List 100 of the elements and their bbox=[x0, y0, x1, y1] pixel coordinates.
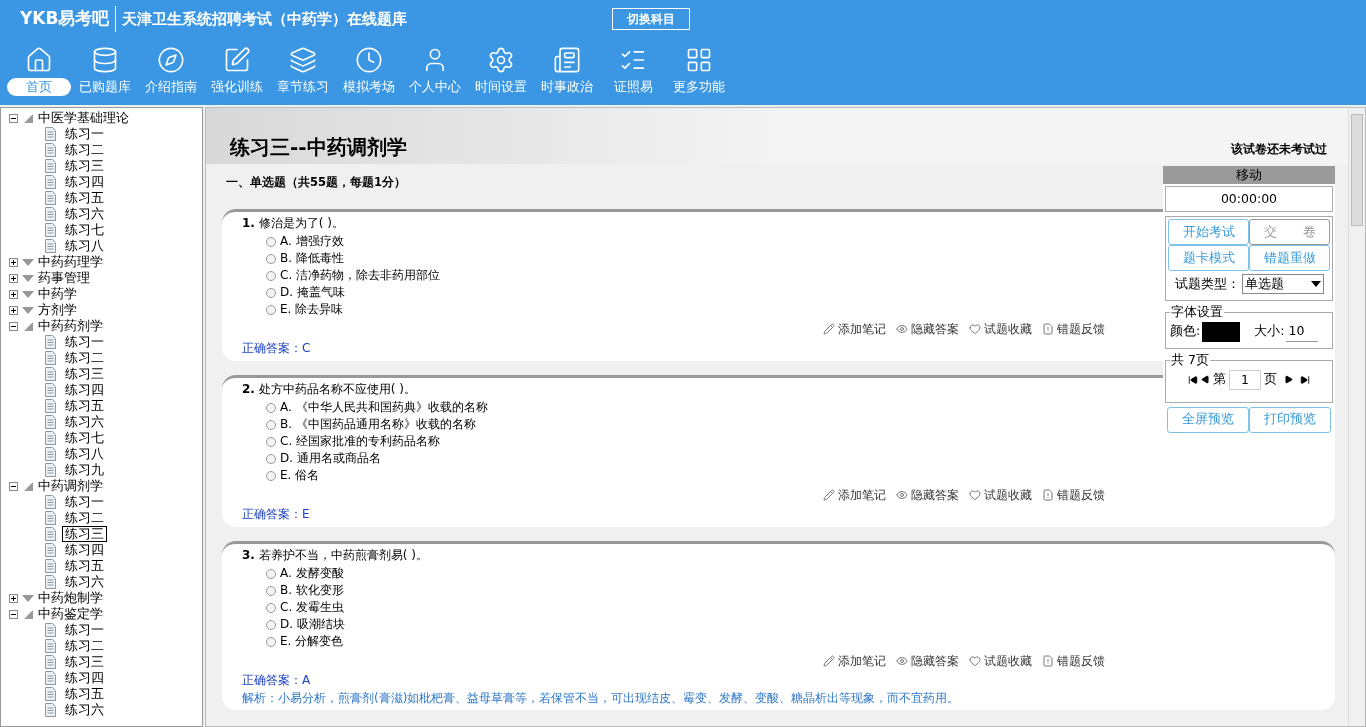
last-page-icon[interactable] bbox=[1300, 374, 1310, 385]
settings-icon[interactable] bbox=[487, 46, 515, 74]
document-icon bbox=[45, 367, 56, 381]
tree-item[interactable]: 练习二 bbox=[62, 510, 107, 526]
action-link[interactable]: 添加笔记 bbox=[823, 652, 886, 671]
document-icon bbox=[45, 383, 56, 397]
tree-item[interactable]: 练习四 bbox=[62, 670, 107, 686]
tree-item[interactable]: 练习一 bbox=[62, 126, 107, 142]
correct-answer: 正确答案：C bbox=[242, 340, 311, 358]
size-field[interactable]: 10 bbox=[1286, 321, 1319, 342]
triangle-icon bbox=[22, 273, 34, 283]
compass-icon[interactable] bbox=[157, 46, 185, 74]
tree-item[interactable]: 练习九 bbox=[62, 462, 107, 478]
radio-button[interactable] bbox=[266, 619, 276, 630]
tree-item[interactable]: 练习五 bbox=[62, 558, 107, 574]
page-field[interactable]: 1 bbox=[1229, 369, 1261, 390]
first-page-icon[interactable] bbox=[1188, 374, 1198, 385]
option-text: C. 发霉生虫 bbox=[280, 599, 344, 617]
tree-item[interactable]: 练习五 bbox=[62, 190, 107, 206]
collapse-toggle[interactable] bbox=[9, 321, 18, 331]
collapse-toggle[interactable] bbox=[9, 113, 18, 123]
expand-toggle[interactable] bbox=[9, 305, 18, 315]
radio-button[interactable] bbox=[266, 236, 276, 247]
collapse-toggle[interactable] bbox=[9, 481, 18, 491]
tree-item[interactable]: 练习一 bbox=[62, 334, 107, 350]
heart-icon bbox=[969, 489, 981, 502]
radio-button[interactable] bbox=[266, 253, 276, 264]
action-link[interactable]: 隐藏答案 bbox=[896, 320, 959, 339]
clock-icon[interactable] bbox=[355, 46, 383, 74]
panel-title-bar[interactable]: 移动 bbox=[1163, 166, 1335, 184]
tree-item[interactable]: 练习六 bbox=[62, 702, 107, 718]
timer: 00:00:00 bbox=[1165, 186, 1333, 212]
tree-group-label[interactable]: 中医学基础理论 bbox=[38, 108, 129, 128]
tree-item[interactable]: 练习三 bbox=[62, 654, 107, 670]
tree-item[interactable]: 练习一 bbox=[62, 494, 107, 510]
radio-button[interactable] bbox=[266, 304, 276, 315]
type-select[interactable]: 单选题 bbox=[1241, 274, 1324, 294]
database-icon[interactable] bbox=[91, 46, 119, 74]
scroll-thumb[interactable] bbox=[1351, 114, 1363, 226]
home-icon[interactable] bbox=[25, 46, 53, 74]
radio-button[interactable] bbox=[266, 402, 276, 413]
radio-button[interactable] bbox=[266, 270, 276, 281]
expand-toggle[interactable] bbox=[9, 593, 18, 603]
edit-icon[interactable] bbox=[223, 46, 251, 74]
action-link[interactable]: 错题反馈 bbox=[1042, 320, 1105, 339]
action-link[interactable]: 错题反馈 bbox=[1042, 486, 1105, 505]
radio-button[interactable] bbox=[266, 470, 276, 481]
tree-item[interactable]: 练习八 bbox=[62, 238, 107, 254]
newspaper-icon[interactable] bbox=[553, 46, 581, 74]
option-text: C. 洁净药物，除去非药用部位 bbox=[280, 267, 440, 285]
tree-item[interactable]: 练习三 bbox=[62, 158, 107, 174]
radio-button[interactable] bbox=[266, 419, 276, 430]
action-link[interactable]: 隐藏答案 bbox=[896, 486, 959, 505]
radio-button[interactable] bbox=[266, 453, 276, 464]
option-text: B. 软化变形 bbox=[280, 582, 344, 600]
tree-item[interactable]: 练习二 bbox=[62, 350, 107, 366]
tree-group-label[interactable]: 中药调剂学 bbox=[38, 476, 103, 496]
layers-icon[interactable] bbox=[289, 46, 317, 74]
action-link[interactable]: 添加笔记 bbox=[823, 486, 886, 505]
tree-item[interactable]: 练习一 bbox=[62, 622, 107, 638]
tree-item[interactable]: 练习四 bbox=[62, 542, 107, 558]
tree-item[interactable]: 练习五 bbox=[62, 686, 107, 702]
tree-item[interactable]: 练习六 bbox=[62, 574, 107, 590]
tree-item[interactable]: 练习四 bbox=[62, 382, 107, 398]
tree-item[interactable]: 练习七 bbox=[62, 222, 107, 238]
tree-item[interactable]: 练习三 bbox=[62, 366, 107, 382]
tree-item[interactable]: 练习七 bbox=[62, 430, 107, 446]
option-text: E. 俗名 bbox=[280, 467, 320, 485]
action-link[interactable]: 试题收藏 bbox=[969, 486, 1032, 505]
action-link[interactable]: 添加笔记 bbox=[823, 320, 886, 339]
tree-item[interactable]: 练习二 bbox=[62, 142, 107, 158]
expand-toggle[interactable] bbox=[9, 289, 18, 299]
radio-button[interactable] bbox=[266, 585, 276, 596]
color-swatch[interactable] bbox=[1202, 321, 1241, 342]
tree-item[interactable]: 练习八 bbox=[62, 446, 107, 462]
grid-icon[interactable] bbox=[685, 46, 713, 74]
expand-toggle[interactable] bbox=[9, 257, 18, 267]
paper-status: 该试卷还未考试过 bbox=[1231, 141, 1327, 158]
action-link[interactable]: 试题收藏 bbox=[969, 652, 1032, 671]
collapse-toggle[interactable] bbox=[9, 609, 18, 619]
tree-item[interactable]: 练习二 bbox=[62, 638, 107, 654]
tree-item[interactable]: 练习四 bbox=[62, 174, 107, 190]
previous-page-icon[interactable] bbox=[1201, 375, 1210, 384]
tree-item[interactable]: 练习五 bbox=[62, 398, 107, 414]
pencil-icon bbox=[823, 655, 835, 668]
document-icon bbox=[45, 687, 56, 701]
expand-toggle[interactable] bbox=[9, 273, 18, 283]
scrollbar[interactable] bbox=[1348, 108, 1365, 726]
tree-item[interactable]: 练习三 bbox=[62, 526, 107, 542]
radio-button[interactable] bbox=[266, 436, 276, 447]
radio-button[interactable] bbox=[266, 287, 276, 298]
action-link[interactable]: 隐藏答案 bbox=[896, 652, 959, 671]
tree-item[interactable]: 练习六 bbox=[62, 206, 107, 222]
action-link[interactable]: 试题收藏 bbox=[969, 320, 1032, 339]
radio-button[interactable] bbox=[266, 568, 276, 579]
tree-item[interactable]: 练习六 bbox=[62, 414, 107, 430]
radio-button[interactable] bbox=[266, 602, 276, 613]
radio-button[interactable] bbox=[266, 636, 276, 647]
next-page-icon[interactable] bbox=[1284, 375, 1293, 384]
action-link[interactable]: 错题反馈 bbox=[1042, 652, 1105, 671]
